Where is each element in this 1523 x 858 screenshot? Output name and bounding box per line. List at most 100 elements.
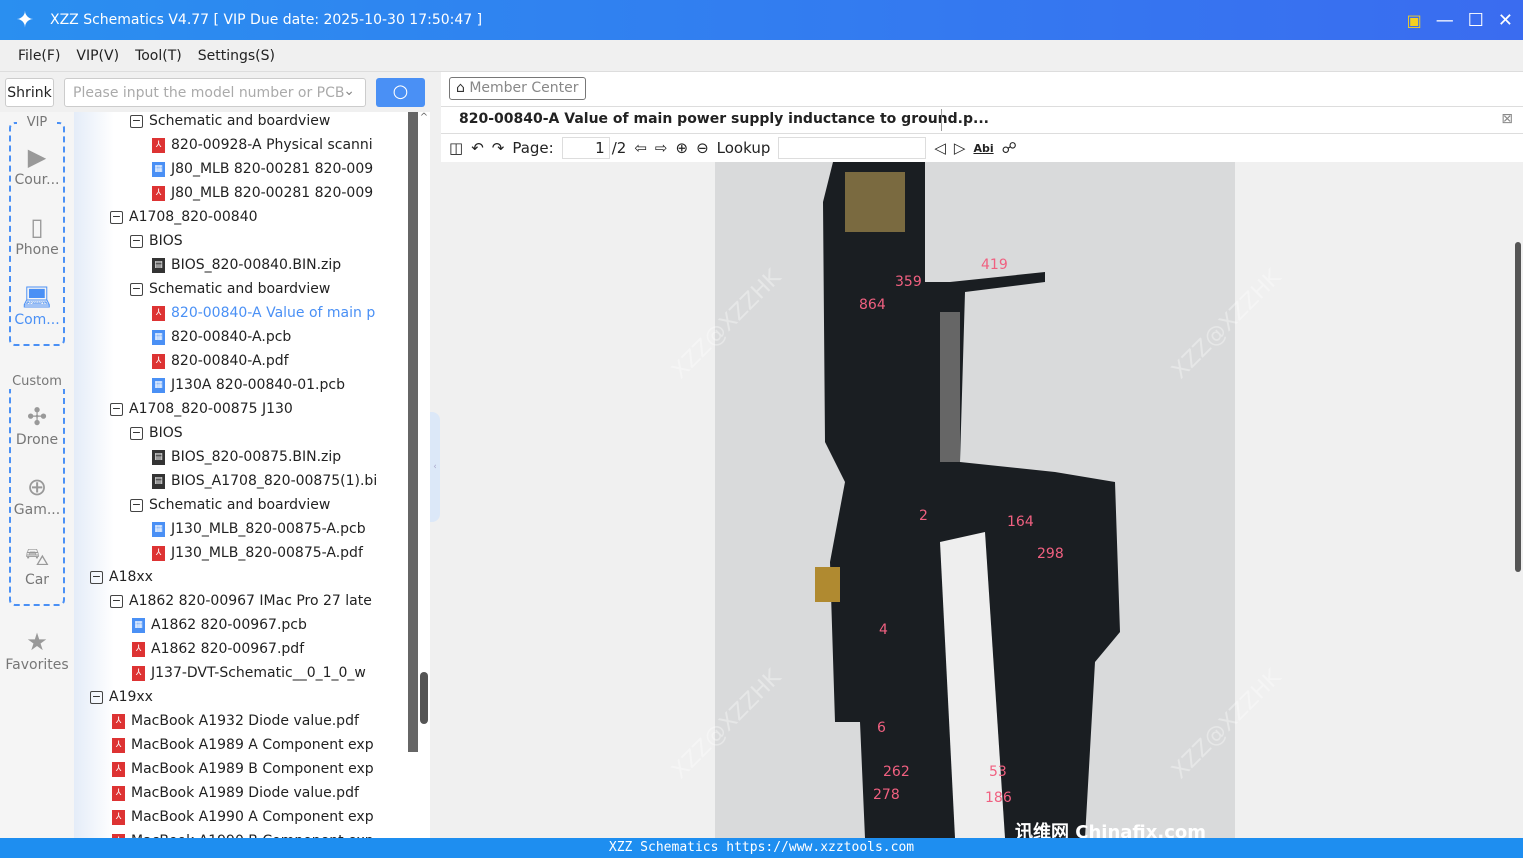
tree-item-label: Schematic and boardview xyxy=(149,497,331,513)
tree-item[interactable]: ▤ BIOS_A1708_820-00875(1).bi xyxy=(152,469,377,493)
menu-file[interactable]: File(F) xyxy=(18,48,60,64)
nav-car[interactable]: ⛍ Car xyxy=(0,542,74,588)
menu-tool[interactable]: Tool(T) xyxy=(135,48,182,64)
collapse-icon[interactable]: − xyxy=(130,114,143,128)
maximize-button[interactable]: ☐ xyxy=(1468,10,1484,31)
nav-label: Phone xyxy=(15,242,59,258)
tree-item[interactable]: − Schematic and boardview xyxy=(130,112,330,133)
zoom-out-icon[interactable]: ⊖ xyxy=(696,139,709,157)
tree-item[interactable]: ⅄ J130_MLB_820-00875-A.pdf xyxy=(152,541,363,565)
nav-course[interactable]: ▶ Cour... xyxy=(0,142,74,188)
rotate-right-icon[interactable]: ↷ xyxy=(492,139,505,157)
document-tab[interactable]: 820-00840-A Value of main power supply i… xyxy=(441,106,1523,134)
collapse-icon[interactable]: − xyxy=(90,690,103,704)
collapse-icon[interactable]: − xyxy=(90,570,103,584)
viewer-scrollbar-thumb[interactable] xyxy=(1515,242,1521,572)
search-input[interactable]: Please input the model number or PCB ⌄ xyxy=(64,78,366,107)
car-icon: ⛍ xyxy=(24,543,50,571)
vip-bag-icon[interactable]: ▣ xyxy=(1407,11,1422,30)
tree-item[interactable]: ⅄ MacBook A1989 Diode value.pdf xyxy=(112,781,359,805)
nav-game[interactable]: ⊕ Gam... xyxy=(0,472,74,518)
tree-scroll-track[interactable]: ^ xyxy=(418,112,430,838)
collapse-icon[interactable]: − xyxy=(130,426,143,440)
collapse-icon[interactable]: − xyxy=(130,498,143,512)
menu-vip[interactable]: VIP(V) xyxy=(76,48,119,64)
minimize-button[interactable]: — xyxy=(1436,10,1454,31)
page-canvas[interactable]: 419 359 864 2 164 298 4 6 262 53 278 186 XZZ@XZZHK XZ… xyxy=(441,162,1513,838)
tree-item[interactable]: − A1708_820-00840 xyxy=(110,205,258,229)
pdf-file-icon: ⅄ xyxy=(132,665,145,681)
binoculars-icon[interactable]: ☍ xyxy=(1002,139,1017,157)
pdf-file-icon: ⅄ xyxy=(152,137,165,153)
shrink-button[interactable]: Shrink xyxy=(5,78,54,107)
pdf-file-icon: ⅄ xyxy=(152,545,165,561)
collapse-icon[interactable]: − xyxy=(110,210,123,224)
nav-computer[interactable]: 💻︎ Com... xyxy=(0,282,74,328)
tree-item[interactable]: ⅄ J137-DVT-Schematic__0_1_0_w xyxy=(132,661,366,685)
board-label: 164 xyxy=(1007,514,1034,530)
search-button[interactable]: ○ xyxy=(376,78,425,107)
tree-item-label: 820-00840-A.pcb xyxy=(171,329,292,345)
tree-item[interactable]: ⅄ 820-00840-A.pdf xyxy=(152,349,289,373)
tree-item[interactable]: ⅄ MacBook A1989 A Component exp xyxy=(112,733,374,757)
tree-item[interactable]: ▦ J130_MLB_820-00875-A.pcb xyxy=(152,517,366,541)
lookup-input[interactable] xyxy=(778,137,927,159)
tree-scrollbar-thumb[interactable] xyxy=(420,672,428,724)
collapse-icon[interactable]: − xyxy=(130,282,143,296)
tree-item-label: A1862 820-00967.pdf xyxy=(151,641,305,657)
zoom-in-icon[interactable]: ⊕ xyxy=(675,139,688,157)
file-tree: − Schematic and boardview ⅄ 820-00928-A Phy… xyxy=(74,112,418,838)
viewer-scrollbar[interactable] xyxy=(1513,162,1523,838)
tree-item[interactable]: ⅄ 820-00840-A Value of main p xyxy=(152,301,375,325)
collapse-icon[interactable]: − xyxy=(130,234,143,248)
tree-item[interactable]: ▦ 820-00840-A.pcb xyxy=(152,325,291,349)
pcb-file-icon: ▦ xyxy=(132,617,145,633)
prev-page-icon[interactable]: ⇦ xyxy=(634,139,647,157)
page-input[interactable]: 1 xyxy=(561,137,610,159)
tree-item[interactable]: − BIOS xyxy=(130,229,183,253)
tree-item[interactable]: ⅄ A1862 820-00967.pdf xyxy=(132,637,304,661)
tab-divider xyxy=(941,109,942,131)
tree-item[interactable]: − A1708_820-00875 J130 xyxy=(110,397,293,421)
search-icon: ○ xyxy=(392,81,409,102)
tree-item[interactable]: ▤ BIOS_820-00840.BIN.zip xyxy=(152,253,341,277)
menu-settings[interactable]: Settings(S) xyxy=(198,48,275,64)
rotate-left-icon[interactable]: ↶ xyxy=(471,139,484,157)
tree-item[interactable]: ▦ J80_MLB 820-00281 820-009 xyxy=(152,157,373,181)
tree-item[interactable]: ⅄ MacBook A1990 A Component exp xyxy=(112,805,374,829)
next-page-icon[interactable]: ⇨ xyxy=(655,139,668,157)
tree-item[interactable]: − A19xx xyxy=(90,685,153,709)
chevron-down-icon[interactable]: ⌄ xyxy=(343,83,355,99)
tree-item[interactable]: − Schematic and boardview xyxy=(130,493,330,517)
tree-item[interactable]: − A1862 820-00967 IMac Pro 27 late xyxy=(110,589,372,613)
board-label: 864 xyxy=(859,297,886,313)
tree-item[interactable]: ▤ BIOS_820-00875.BIN.zip xyxy=(152,445,341,469)
collapse-handle[interactable]: ‹ xyxy=(430,412,440,522)
panel-splitter[interactable]: ‹ xyxy=(430,112,441,838)
drone-icon: ✣ xyxy=(26,403,48,431)
find-prev-icon[interactable]: ◁ xyxy=(934,139,946,157)
close-tab-icon[interactable]: ⊠ xyxy=(1501,111,1513,127)
viewer-toolbar: ◫ ↶ ↷ Page: 1 /2 ⇦ ⇨ ⊕ ⊖ Lookup ◁ ▷ Abi … xyxy=(441,134,1523,162)
tree-item[interactable]: − Schematic and boardview xyxy=(130,277,330,301)
find-next-icon[interactable]: ▷ xyxy=(954,139,966,157)
two-page-icon[interactable]: ◫ xyxy=(449,139,463,157)
tree-item[interactable]: ▦ A1862 820-00967.pcb xyxy=(132,613,307,637)
member-center-button[interactable]: ⌂ Member Center xyxy=(449,77,586,100)
tree-item[interactable]: ⅄ J80_MLB 820-00281 820-009 xyxy=(152,181,373,205)
tree-item[interactable]: ⅄ MacBook A1932 Diode value.pdf xyxy=(112,709,359,733)
nav-favorites[interactable]: ★ Favorites xyxy=(0,627,74,673)
tree-item[interactable]: ⅄ MacBook A1989 B Component exp xyxy=(112,757,374,781)
nav-phone[interactable]: ▯ Phone xyxy=(0,212,74,258)
collapse-icon[interactable]: − xyxy=(110,594,123,608)
tree-item[interactable]: − A18xx xyxy=(90,565,153,589)
tree-item[interactable]: ⅄MacBook A1990 B Component exp xyxy=(112,829,374,838)
tree-item-label: Schematic and boardview xyxy=(149,113,331,129)
close-button[interactable]: ✕ xyxy=(1498,10,1513,31)
match-case-icon[interactable]: Abi xyxy=(973,142,993,155)
tree-item[interactable]: ⅄ 820-00928-A Physical scanni xyxy=(152,133,373,157)
tree-item[interactable]: − BIOS xyxy=(130,421,183,445)
nav-drone[interactable]: ✣ Drone xyxy=(0,402,74,448)
tree-item[interactable]: ▦ J130A 820-00840-01.pcb xyxy=(152,373,345,397)
collapse-icon[interactable]: − xyxy=(110,402,123,416)
